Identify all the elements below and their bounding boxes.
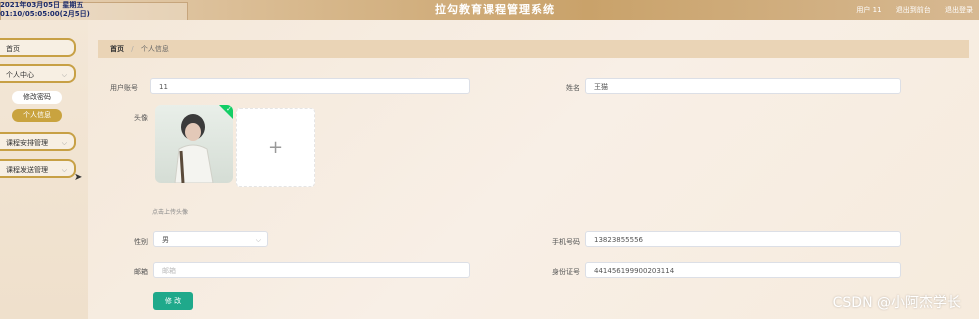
gender-label: 性别 [134, 238, 148, 246]
mouse-cursor-icon: ➤ [74, 172, 83, 183]
sidebar-item-home[interactable]: 首页 [0, 38, 76, 57]
sidebar-item-personal-center[interactable]: 个人中心 ⌵ [0, 64, 76, 83]
sidebar-subitem-change-password[interactable]: 修改密码 [12, 91, 62, 104]
sidebar-item-label: 课程安排管理 [6, 139, 48, 147]
sidebar-item-label: 首页 [6, 45, 20, 53]
upload-hint: 点击上传头像 [152, 209, 189, 216]
chevron-down-icon: ⌵ [61, 166, 67, 174]
email-label: 邮箱 [134, 268, 148, 276]
to-frontend-link[interactable]: 退出到前台 [896, 6, 931, 14]
idcard-field[interactable]: 441456199900203114 [585, 262, 901, 278]
top-bar: 2021年03月05日 星期五 01:10/05:05:00(2月5日) 拉勾教… [0, 0, 979, 21]
submit-button[interactable]: 修 改 [153, 292, 193, 310]
logout-link[interactable]: 退出登录 [945, 6, 973, 14]
sidebar-item-course-publish[interactable]: 课程发送管理 ⌵ [0, 159, 76, 178]
sidebar: 首页 个人中心 ⌵ 修改密码 个人信息 课程安排管理 ⌵ 课程发送管理 ⌵ [0, 20, 88, 319]
clock-line-1: 2021年03月05日 星期五 [0, 1, 84, 9]
sidebar-subitem-personal-info[interactable]: 个人信息 [12, 109, 62, 122]
sidebar-item-course-arrangement[interactable]: 课程安排管理 ⌵ [0, 132, 76, 151]
name-field[interactable]: 王猫 [585, 78, 901, 94]
chevron-down-icon: ⌵ [61, 71, 67, 79]
watermark: CSDN @小阿杰学长 [832, 295, 961, 311]
avatar-upload-button[interactable]: + [236, 108, 315, 187]
phone-field[interactable]: 13823855556 [585, 231, 901, 247]
chevron-down-icon: ⌵ [255, 236, 261, 244]
gender-value: 男 [162, 236, 169, 244]
phone-label: 手机号码 [552, 238, 580, 246]
sidebar-item-label: 课程发送管理 [6, 166, 48, 174]
breadcrumb-separator: / [131, 45, 134, 53]
avatar[interactable]: ✓ [155, 105, 233, 183]
idcard-label: 身份证号 [552, 268, 580, 276]
app-title: 拉勾教育课程管理系统 [435, 3, 555, 16]
main-content: 首页 / 个人信息 用户账号 11 姓名 王猫 头像 ✓ + 点击上传头像 性别… [88, 20, 979, 319]
name-label: 姓名 [566, 84, 580, 92]
breadcrumb-current: 个人信息 [140, 45, 169, 53]
clock-line-2: 01:10/05:05:00(2月5日) [0, 10, 90, 18]
gender-select[interactable]: 男 ⌵ [153, 231, 268, 247]
current-user: 用户 11 [856, 6, 882, 14]
clock: 2021年03月05日 星期五 01:10/05:05:00(2月5日) [0, 0, 185, 21]
sidebar-item-label: 个人中心 [6, 71, 34, 79]
avatar-label: 头像 [134, 114, 148, 122]
breadcrumb-home[interactable]: 首页 [110, 45, 124, 53]
breadcrumb: 首页 / 个人信息 [98, 40, 969, 58]
account-label: 用户账号 [110, 84, 138, 92]
top-actions: 用户 11 退出到前台 退出登录 [844, 0, 973, 20]
check-icon: ✓ [226, 105, 232, 113]
email-field[interactable]: 邮箱 [153, 262, 470, 278]
account-field[interactable]: 11 [150, 78, 470, 94]
chevron-down-icon: ⌵ [61, 139, 67, 147]
